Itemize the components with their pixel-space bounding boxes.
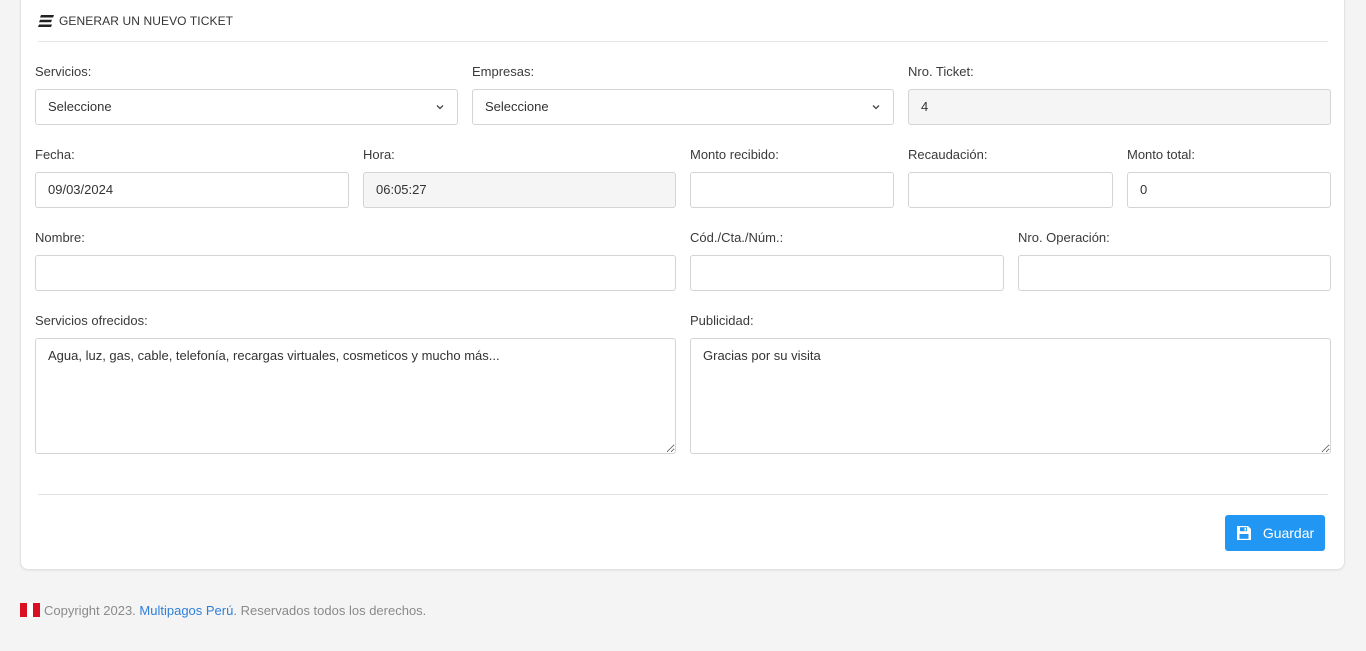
fecha-field[interactable]: 09/03/2024	[35, 172, 349, 208]
fecha-label: Fecha:	[35, 147, 75, 162]
card-title: GENERAR UN NUEVO TICKET	[59, 14, 234, 28]
monto-recibido-label: Monto recibido:	[690, 147, 779, 162]
floppy-disk-icon	[1236, 526, 1251, 540]
monto-total-field[interactable]: 0	[1127, 172, 1331, 208]
chevron-down-icon	[436, 105, 444, 110]
servicios-ofrecidos-label: Servicios ofrecidos:	[35, 313, 148, 328]
empresas-select[interactable]: Seleccione	[472, 89, 894, 125]
cod-cta-num-label: Cód./Cta./Núm.:	[690, 230, 784, 245]
nro-ticket-label: Nro. Ticket:	[908, 64, 974, 79]
empresas-selected-value: Seleccione	[485, 99, 549, 114]
recaudacion-field[interactable]	[908, 172, 1113, 208]
card-header: GENERAR UN NUEVO TICKET	[38, 11, 233, 31]
publicidad-textarea[interactable]: Gracias por su visita	[690, 338, 1331, 454]
monto-total-label: Monto total:	[1127, 147, 1195, 162]
publicidad-label: Publicidad:	[690, 313, 754, 328]
ticket-form-card: GENERAR UN NUEVO TICKET Servicios: Selec…	[20, 0, 1345, 570]
chevron-down-icon	[872, 105, 880, 110]
empresas-label: Empresas:	[472, 64, 535, 79]
hamburger-lines-icon	[38, 15, 54, 27]
nombre-field[interactable]	[35, 255, 676, 291]
servicios-selected-value: Seleccione	[48, 99, 112, 114]
hora-label: Hora:	[363, 147, 395, 162]
servicios-label: Servicios:	[35, 64, 92, 79]
servicios-ofrecidos-textarea[interactable]: Agua, luz, gas, cable, telefonía, recarg…	[35, 338, 676, 454]
cod-cta-num-field[interactable]	[690, 255, 1004, 291]
nro-ticket-field[interactable]: 4	[908, 89, 1331, 125]
save-button-label: Guardar	[1262, 525, 1315, 541]
monto-recibido-field[interactable]	[690, 172, 894, 208]
actions-divider	[38, 494, 1328, 495]
nro-operacion-field[interactable]	[1018, 255, 1331, 291]
recaudacion-label: Recaudación:	[908, 147, 988, 162]
save-button[interactable]: Guardar	[1225, 515, 1325, 551]
brand-link[interactable]: Multipagos Perú	[139, 603, 233, 618]
nro-operacion-label: Nro. Operación:	[1018, 230, 1110, 245]
peru-flag-icon	[20, 603, 40, 617]
servicios-select[interactable]: Seleccione	[35, 89, 458, 125]
header-divider	[38, 41, 1328, 42]
hora-field[interactable]: 06:05:27	[363, 172, 676, 208]
copyright-suffix: . Reservados todos los derechos.	[233, 602, 427, 618]
copyright-prefix: Copyright 2023.	[44, 602, 136, 618]
footer: Copyright 2023. Multipagos Perú . Reserv…	[20, 601, 426, 619]
nombre-label: Nombre:	[35, 230, 85, 245]
